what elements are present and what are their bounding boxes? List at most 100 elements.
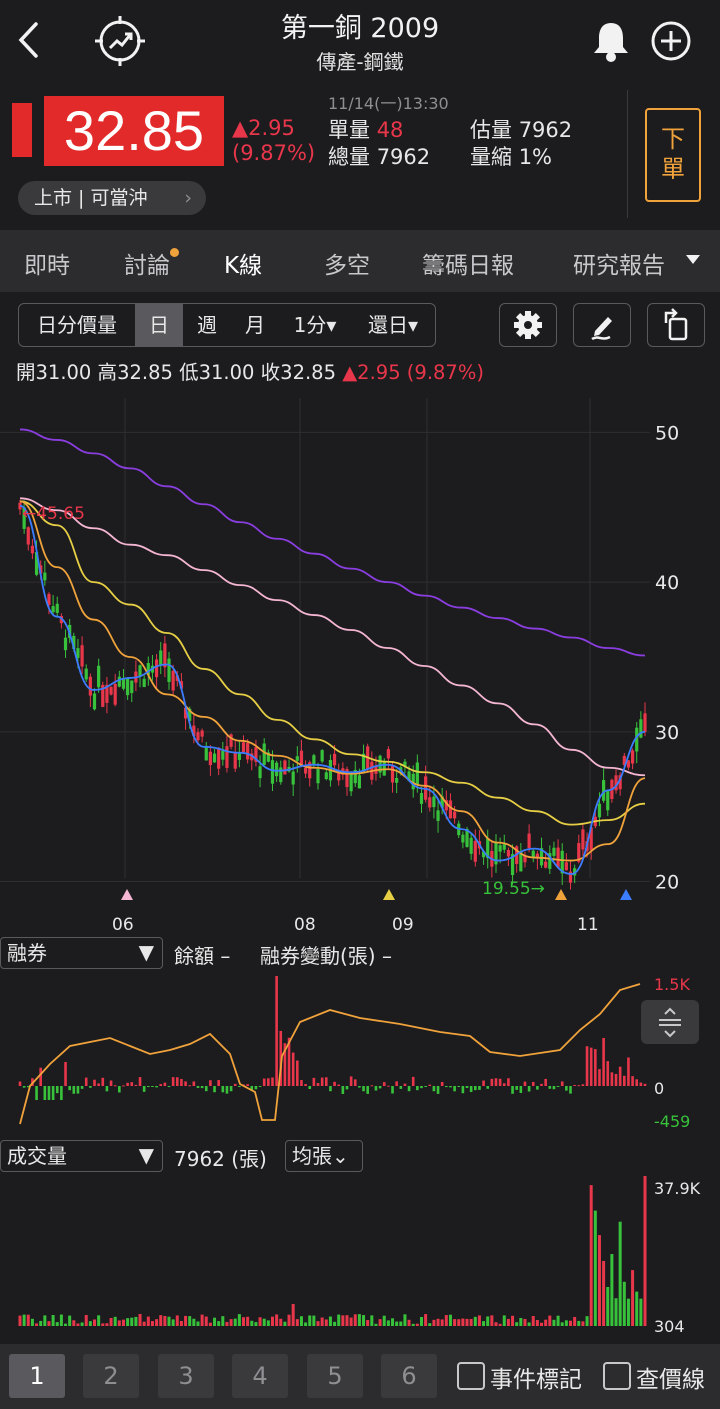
- kline-chart[interactable]: 50 40 30 20 06 08 09 11 ←45.65 19.55→: [0, 398, 720, 940]
- volume-bar: [72, 1320, 76, 1326]
- volume-bar: [275, 1314, 279, 1326]
- candle-body: [43, 572, 47, 581]
- tab-discussion[interactable]: 討論: [124, 246, 179, 280]
- volume-bar: [432, 1319, 436, 1326]
- period-selector: 日分價量 日 週 月 1分▾ 還日▾: [18, 303, 436, 347]
- short-bar: [238, 1086, 241, 1087]
- short-bar: [519, 1086, 523, 1093]
- period-month[interactable]: 月: [231, 304, 279, 346]
- short-bar: [465, 1086, 469, 1088]
- add-watchlist-button[interactable]: [648, 18, 694, 64]
- candle-body: [241, 742, 246, 753]
- alert-button[interactable]: [588, 18, 634, 64]
- volume-bar: [150, 1321, 154, 1326]
- candle-body: [643, 713, 647, 732]
- short-bar: [469, 1086, 473, 1093]
- short-bar: [60, 1086, 63, 1100]
- volume-bar: [407, 1319, 411, 1326]
- layout-page-5[interactable]: 5: [307, 1354, 363, 1398]
- settings-button[interactable]: [499, 303, 557, 347]
- low-value: 31.00: [198, 361, 255, 384]
- short-bar: [391, 1086, 394, 1094]
- short-bar: [643, 1083, 647, 1086]
- rotate-button[interactable]: [647, 303, 705, 347]
- candle-body: [283, 760, 287, 775]
- short-chart: 1.5K 0 -459: [18, 975, 690, 1131]
- panel-resize-handle[interactable]: [641, 1000, 699, 1044]
- avg-lot-button[interactable]: 均張⌄: [285, 1140, 363, 1172]
- candle-body: [556, 847, 560, 868]
- short-bar: [374, 1086, 378, 1091]
- tab-research[interactable]: 研究報告: [573, 246, 667, 280]
- short-bar: [138, 1077, 142, 1086]
- short-ytick-max: 1.5K: [654, 975, 690, 994]
- layout-page-3[interactable]: 3: [158, 1354, 214, 1398]
- candle-body: [275, 762, 279, 777]
- candle-body: [279, 767, 283, 783]
- short-bar: [254, 1086, 258, 1090]
- short-bar: [35, 1086, 38, 1100]
- volume-bar: [419, 1317, 423, 1326]
- candle-body: [88, 676, 92, 696]
- short-bar: [362, 1086, 365, 1092]
- volume-bar: [370, 1315, 374, 1326]
- short-bar: [353, 1079, 357, 1086]
- volume-bar: [142, 1321, 146, 1326]
- tab-more-button[interactable]: [666, 230, 720, 292]
- tab-bar: 即時 討論 K線 多空 籌碼日報 研究報告: [0, 230, 720, 292]
- tab-kline[interactable]: K線: [224, 246, 262, 280]
- short-bar: [445, 1086, 448, 1088]
- period-week[interactable]: 週: [183, 304, 231, 346]
- volume-bar: [304, 1322, 308, 1326]
- short-bar: [494, 1078, 498, 1086]
- volume-bar: [163, 1315, 167, 1326]
- short-bars: [18, 976, 647, 1100]
- candle-body: [419, 793, 424, 804]
- volume-bar: [320, 1317, 324, 1326]
- tab-bull-bear[interactable]: 多空: [324, 246, 370, 280]
- short-indicator-select[interactable]: 融券 ▼: [0, 937, 163, 969]
- draw-button[interactable]: [573, 303, 631, 347]
- order-button[interactable]: 下單: [645, 108, 701, 202]
- candle-body: [448, 800, 453, 819]
- candle-body: [324, 772, 328, 780]
- tab-chip-daily[interactable]: 籌碼日報: [422, 246, 514, 280]
- candle-body: [469, 837, 473, 854]
- volume-bar: [548, 1315, 552, 1326]
- volume-bar: [333, 1321, 337, 1326]
- adjust-dropdown[interactable]: 還日▾: [353, 304, 433, 346]
- volume-bar: [635, 1291, 639, 1326]
- candle-body: [171, 670, 175, 691]
- short-bar: [594, 1049, 597, 1086]
- candle-body: [154, 659, 159, 678]
- volume-indicator-select[interactable]: 成交量 ▼: [0, 1140, 163, 1172]
- short-bar: [209, 1080, 212, 1086]
- short-bar: [68, 1086, 71, 1091]
- short-bar: [556, 1086, 560, 1087]
- short-bar: [432, 1086, 436, 1092]
- period-day[interactable]: 日: [135, 304, 183, 346]
- short-bar: [387, 1085, 390, 1087]
- event-mark-checkbox[interactable]: [457, 1362, 485, 1390]
- volume-bar: [30, 1318, 34, 1326]
- volume-bar: [511, 1315, 515, 1326]
- volume-bar: [544, 1319, 548, 1326]
- tab-realtime[interactable]: 即時: [24, 246, 70, 280]
- short-bar: [333, 1081, 336, 1086]
- layout-page-1[interactable]: 1: [9, 1354, 65, 1398]
- layout-page-6[interactable]: 6: [381, 1354, 437, 1398]
- volume-bar: [266, 1320, 270, 1326]
- price-line-checkbox[interactable]: [603, 1362, 631, 1390]
- volume-bar: [585, 1316, 589, 1326]
- volume-bar: [88, 1321, 92, 1326]
- short-bar: [623, 1075, 626, 1086]
- market-chip[interactable]: 上市 | 可當沖 ›: [18, 181, 206, 215]
- layout-page-2[interactable]: 2: [83, 1354, 139, 1398]
- period-intraday[interactable]: 日分價量: [19, 304, 135, 346]
- short-bar: [585, 1046, 589, 1086]
- volume-bar: [519, 1317, 523, 1326]
- short-bar: [515, 1086, 518, 1090]
- period-minute-dropdown[interactable]: 1分▾: [281, 304, 349, 346]
- volume-bar: [113, 1316, 117, 1326]
- layout-page-4[interactable]: 4: [232, 1354, 288, 1398]
